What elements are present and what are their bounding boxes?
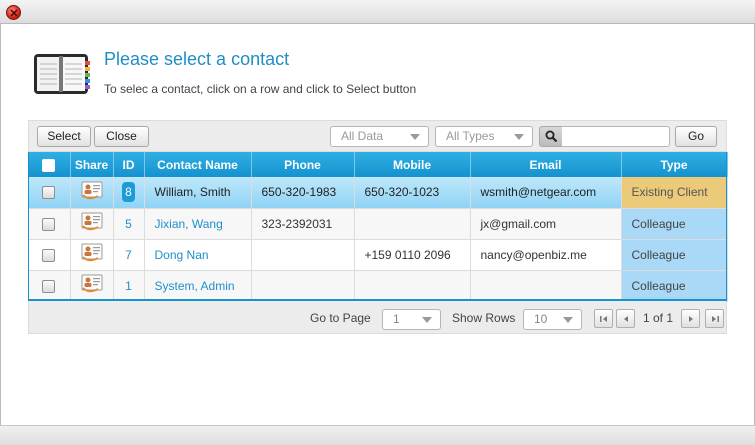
page-title: Please select a contact: [104, 49, 290, 69]
data-filter-value: All Data: [341, 129, 384, 143]
chevron-down-icon: [410, 134, 420, 140]
prev-page-button[interactable]: [616, 309, 635, 328]
search-icon[interactable]: [539, 126, 563, 147]
show-rows-label: Show Rows: [452, 311, 516, 325]
table-border: [726, 152, 727, 299]
column-header-id[interactable]: ID: [113, 152, 145, 177]
page-select-value: 1: [393, 312, 400, 326]
row-checkbox-cell: [28, 208, 71, 240]
row-checkbox-cell: [28, 239, 71, 271]
go-button[interactable]: Go: [675, 126, 717, 147]
close-window-icon[interactable]: [6, 5, 21, 20]
email-cell: nancy@openbiz.me: [470, 239, 622, 271]
id-cell: 8: [113, 177, 145, 209]
toolbar: Select Close All Data All Types Go: [28, 120, 727, 152]
table-row[interactable]: 1 System, Admin Colleague: [28, 270, 728, 302]
last-page-icon: [712, 316, 719, 322]
search-box: [539, 126, 670, 147]
page-select[interactable]: 1: [382, 309, 441, 330]
share-cell[interactable]: [70, 177, 114, 209]
column-header-email[interactable]: Email: [470, 152, 622, 177]
first-page-button[interactable]: [594, 309, 613, 328]
share-cell[interactable]: [70, 239, 114, 271]
contacts-table: Share ID Contact Name Phone Mobile Email…: [28, 152, 728, 302]
select-all-header: [28, 152, 71, 177]
next-page-button[interactable]: [681, 309, 700, 328]
phone-cell: [251, 270, 355, 302]
table-row[interactable]: 5 Jixian, Wang 323-2392031 jx@gmail.com Coll…: [28, 208, 728, 240]
type-cell: Colleague: [621, 239, 728, 271]
column-header-type[interactable]: Type: [621, 152, 728, 177]
window-titlebar: [0, 0, 755, 24]
row-checkbox[interactable]: [42, 248, 56, 262]
contact-name-cell[interactable]: System, Admin: [144, 270, 252, 302]
table-header-row: Share ID Contact Name Phone Mobile Email…: [28, 152, 728, 177]
id-cell: 7: [113, 239, 145, 271]
id-cell: 1: [113, 270, 145, 302]
type-filter-value: All Types: [446, 129, 495, 143]
rows-per-page-select[interactable]: 10: [523, 309, 582, 330]
chevron-left-icon: [624, 316, 628, 322]
mobile-cell: 650-320-1023: [354, 177, 471, 209]
chevron-down-icon: [514, 134, 524, 140]
table-row[interactable]: 8 William, Smith 650-320-1983 650-320-1023 w…: [28, 177, 728, 209]
column-header-share[interactable]: Share: [70, 152, 114, 177]
type-filter-select[interactable]: All Types: [435, 126, 533, 147]
email-cell: [470, 270, 622, 302]
pagination-bar: Go to Page 1 Show Rows 10 1 of 1: [28, 301, 727, 334]
column-header-phone[interactable]: Phone: [251, 152, 355, 177]
last-page-button[interactable]: [705, 309, 724, 328]
search-input[interactable]: [562, 126, 670, 147]
id-value: 5: [125, 216, 132, 231]
row-checkbox-cell: [28, 270, 71, 302]
contact-card-icon[interactable]: [80, 274, 104, 297]
table-row[interactable]: 7 Dong Nan +159 0110 2096 nancy@openbiz.me C…: [28, 239, 728, 271]
chevron-down-icon: [422, 317, 432, 323]
email-cell: wsmith@netgear.com: [470, 177, 622, 209]
phone-cell: 650-320-1983: [251, 177, 355, 209]
status-bar: [0, 425, 755, 445]
contact-card-icon[interactable]: [80, 181, 104, 204]
phone-cell: [251, 239, 355, 271]
contact-name-cell[interactable]: Jixian, Wang: [144, 208, 252, 240]
goto-page-label: Go to Page: [310, 311, 371, 325]
type-cell: Colleague: [621, 270, 728, 302]
select-button[interactable]: Select: [37, 126, 91, 147]
type-cell: Existing Client: [621, 177, 728, 209]
first-page-icon: [600, 316, 607, 322]
share-cell[interactable]: [70, 270, 114, 302]
row-checkbox[interactable]: [42, 279, 56, 293]
mobile-cell: [354, 208, 471, 240]
chevron-down-icon: [563, 317, 573, 323]
page-info: 1 of 1: [643, 311, 674, 325]
column-header-mobile[interactable]: Mobile: [354, 152, 471, 177]
row-checkbox-cell: [28, 177, 71, 209]
type-cell: Colleague: [621, 208, 728, 240]
id-value: 7: [125, 247, 132, 262]
mobile-cell: +159 0110 2096: [354, 239, 471, 271]
address-book-icon: [30, 52, 94, 96]
column-header-contact-name[interactable]: Contact Name: [144, 152, 252, 177]
rows-per-page-value: 10: [534, 312, 548, 326]
email-cell: jx@gmail.com: [470, 208, 622, 240]
table-border: [28, 152, 29, 299]
select-all-checkbox[interactable]: [42, 158, 56, 172]
id-value: 1: [125, 278, 132, 293]
data-filter-select[interactable]: All Data: [330, 126, 429, 147]
id-value: 8: [122, 182, 135, 203]
phone-cell: 323-2392031: [251, 208, 355, 240]
contact-name-cell[interactable]: Dong Nan: [144, 239, 252, 271]
contact-name-cell[interactable]: William, Smith: [144, 177, 252, 209]
row-checkbox[interactable]: [42, 217, 56, 231]
contact-card-icon[interactable]: [80, 212, 104, 235]
mobile-cell: [354, 270, 471, 302]
chevron-right-icon: [689, 316, 693, 322]
contact-card-icon[interactable]: [80, 243, 104, 266]
id-cell: 5: [113, 208, 145, 240]
row-checkbox[interactable]: [42, 186, 56, 200]
close-button[interactable]: Close: [94, 126, 149, 147]
share-cell[interactable]: [70, 208, 114, 240]
page-subtitle: To selec a contact, click on a row and c…: [104, 82, 417, 96]
